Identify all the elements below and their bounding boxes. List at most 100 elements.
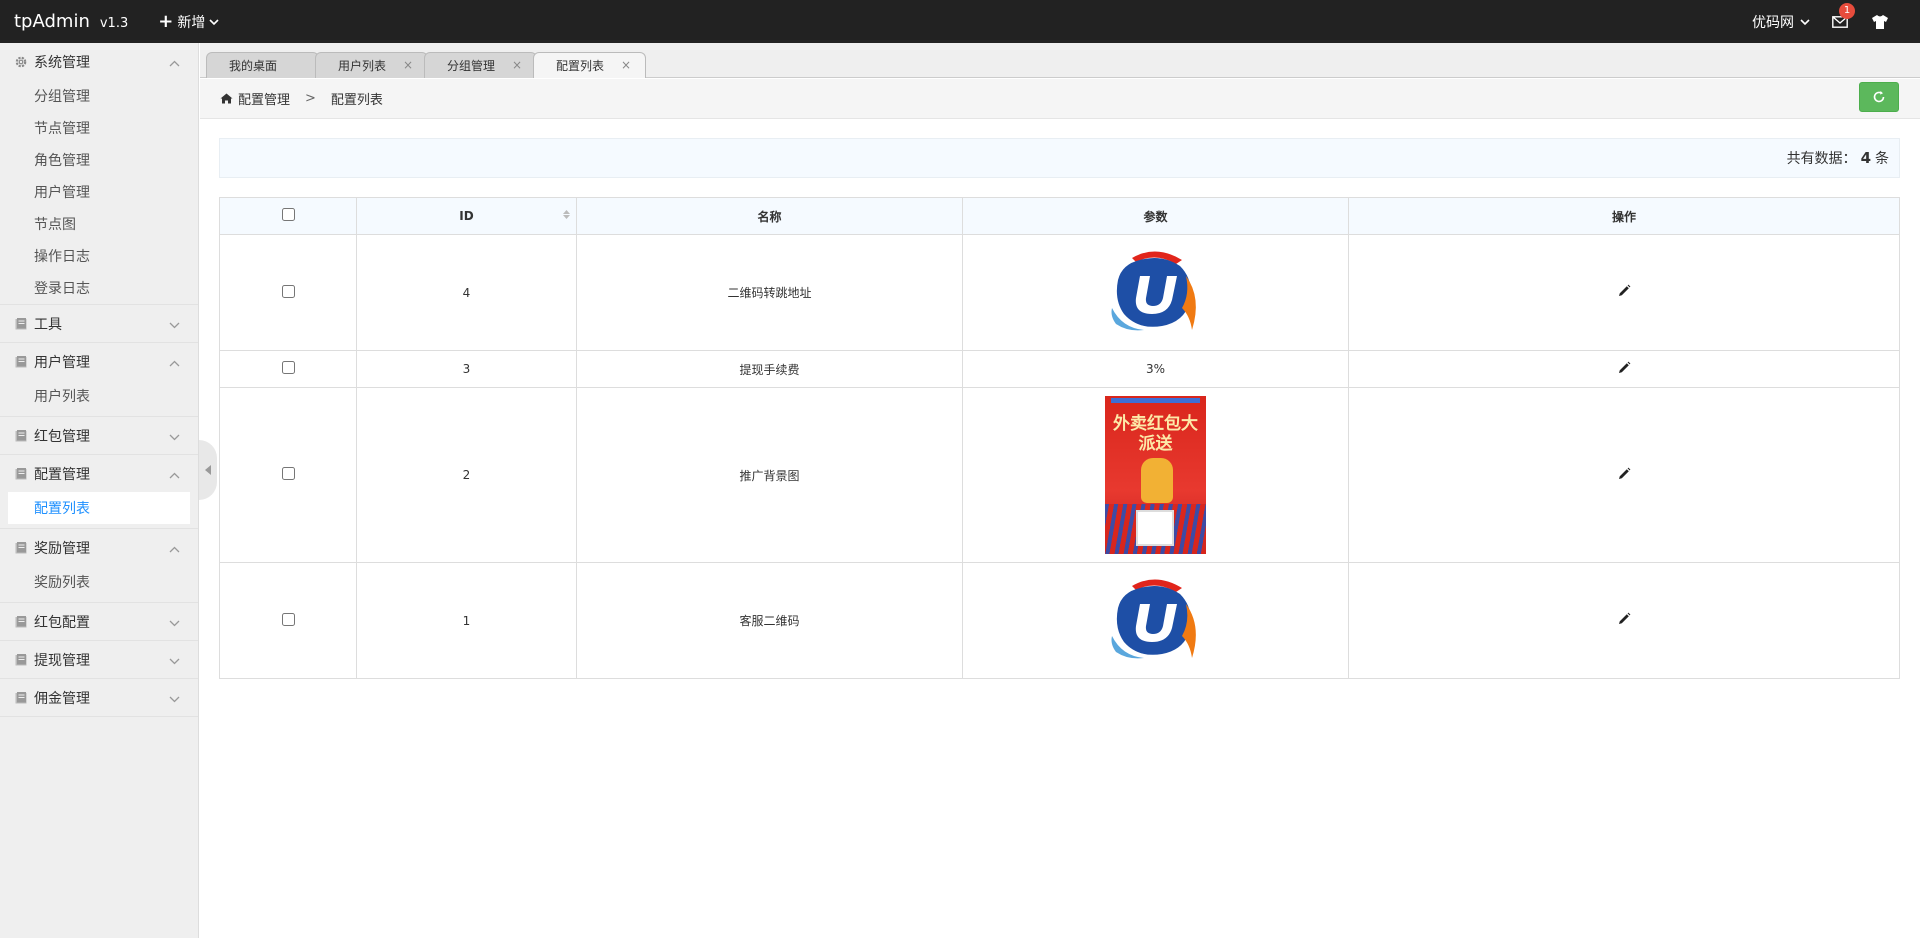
- sidebar-item[interactable]: 登录日志: [0, 272, 198, 304]
- site-menu[interactable]: 优码网: [1752, 12, 1810, 32]
- sidebar-group-header[interactable]: 佣金管理: [0, 679, 198, 716]
- sidebar-group: 用户管理用户列表: [0, 343, 198, 417]
- table-row: 4 二维码转跳地址: [219, 234, 1900, 351]
- breadcrumb-separator: >: [305, 91, 316, 106]
- breadcrumb-parent[interactable]: 配置管理: [238, 89, 290, 108]
- edit-pencil-icon[interactable]: [1617, 361, 1631, 378]
- sidebar-group-header[interactable]: 配置管理: [0, 455, 198, 492]
- tab-item[interactable]: 分组管理 ×: [424, 52, 537, 78]
- new-menu-button[interactable]: + 新增: [158, 12, 219, 32]
- sidebar-group-label: 奖励管理: [34, 540, 90, 557]
- app-logo[interactable]: tpAdmin v1.3: [14, 11, 128, 32]
- sidebar-item[interactable]: 奖励列表: [0, 566, 198, 598]
- row-name: 客服二维码: [576, 562, 963, 679]
- header-id[interactable]: ID: [356, 197, 577, 235]
- message-button[interactable]: 1: [1830, 2, 1855, 32]
- sidebar-submenu: 配置列表: [0, 492, 198, 528]
- sidebar-group: 奖励管理奖励列表: [0, 529, 198, 603]
- sidebar-item[interactable]: 节点管理: [0, 112, 198, 144]
- sidebar-group-label: 红包配置: [34, 614, 90, 631]
- header-action-label: 操作: [1611, 209, 1636, 224]
- row-param: 外卖红包大派送: [962, 387, 1349, 563]
- row-id: 2: [356, 387, 577, 563]
- sidebar-item[interactable]: 分组管理: [0, 80, 198, 112]
- book-icon: [14, 615, 28, 629]
- row-id: 3: [356, 350, 577, 388]
- sidebar-group: 提现管理: [0, 641, 198, 679]
- poster-courier-figure: [1141, 458, 1173, 503]
- book-icon: [14, 317, 28, 331]
- config-table: ID 名称 参数 操作 4 二维码转跳地址 3 提现手续费 3% 2 推广背景图 外卖红包大派…: [219, 197, 1900, 679]
- sidebar-group: 系统管理分组管理 节点管理 角色管理 用户管理 节点图 操作日志 登录日志: [0, 43, 198, 305]
- sidebar-submenu: 分组管理 节点管理 角色管理 用户管理 节点图 操作日志 登录日志: [0, 80, 198, 304]
- row-param: [962, 562, 1349, 679]
- book-icon: [14, 541, 28, 555]
- poster-image: 外卖红包大派送: [1105, 396, 1206, 554]
- brand-logo-image: [1110, 246, 1202, 339]
- tab-item[interactable]: 用户列表 ×: [315, 52, 428, 78]
- plus-icon: +: [158, 10, 174, 32]
- row-id: 4: [356, 234, 577, 351]
- refresh-button[interactable]: [1859, 82, 1899, 112]
- chevron-down-icon: [169, 691, 180, 707]
- poster-title: 外卖红包大派送: [1113, 414, 1198, 454]
- brand-logo-image: [1110, 574, 1202, 667]
- tab-label: 分组管理: [447, 59, 496, 73]
- sidebar-group-header[interactable]: 红包管理: [0, 417, 198, 454]
- edit-pencil-icon[interactable]: [1617, 284, 1631, 301]
- row-checkbox[interactable]: [281, 284, 295, 298]
- sidebar-item[interactable]: 节点图: [0, 208, 198, 240]
- close-icon[interactable]: ×: [621, 58, 631, 72]
- sidebar-group-label: 系统管理: [34, 54, 90, 71]
- sidebar-collapse-handle[interactable]: [199, 440, 217, 500]
- sidebar-group-header[interactable]: 红包配置: [0, 603, 198, 640]
- sidebar: 系统管理 分组管理 节点管理 角色管理 用户管理 节点图 操作日志 登录日志 工具 用户管理 用户列…: [0, 43, 199, 938]
- sidebar-group-header[interactable]: 提现管理: [0, 641, 198, 678]
- close-icon[interactable]: ×: [403, 58, 413, 72]
- chevron-up-icon: [169, 55, 180, 71]
- sidebar-group: 红包管理: [0, 417, 198, 455]
- sidebar-item[interactable]: 角色管理: [0, 144, 198, 176]
- poster-qr-placeholder: [1136, 510, 1174, 546]
- edit-pencil-icon[interactable]: [1617, 467, 1631, 484]
- book-icon: [14, 691, 28, 705]
- caret-left-icon: [205, 465, 211, 475]
- data-count-prefix: 共有数据：: [1786, 151, 1857, 167]
- sidebar-submenu: 奖励列表: [0, 566, 198, 602]
- edit-pencil-icon[interactable]: [1617, 612, 1631, 629]
- table-header-row: ID 名称 参数 操作: [219, 197, 1900, 235]
- book-icon: [14, 653, 28, 667]
- sidebar-group: 配置管理 配置列表: [0, 455, 198, 529]
- top-right-tools: 优码网 1: [1752, 0, 1890, 43]
- row-checkbox[interactable]: [281, 361, 295, 374]
- sidebar-group-label: 用户管理: [34, 354, 90, 371]
- home-icon: [220, 93, 233, 104]
- sidebar-submenu: 用户列表: [0, 380, 198, 416]
- tab-item[interactable]: 我的桌面: [206, 52, 319, 78]
- row-select-cell: [219, 562, 357, 679]
- table-row: 1 客服二维码: [219, 562, 1900, 679]
- row-name: 推广背景图: [576, 387, 963, 563]
- new-menu-label: 新增: [177, 14, 206, 31]
- sidebar-item[interactable]: 配置列表: [8, 492, 190, 524]
- data-count-bar: 共有数据： 4 条: [219, 138, 1900, 178]
- tab-item[interactable]: 配置列表 ×: [533, 52, 646, 78]
- theme-button[interactable]: [1870, 12, 1890, 32]
- sidebar-item[interactable]: 用户管理: [0, 176, 198, 208]
- row-checkbox[interactable]: [281, 612, 295, 626]
- tshirt-icon: [1872, 14, 1888, 29]
- close-icon[interactable]: ×: [512, 58, 522, 72]
- sidebar-group-header[interactable]: 用户管理: [0, 343, 198, 380]
- book-icon: [14, 429, 28, 443]
- sidebar-item[interactable]: 操作日志: [0, 240, 198, 272]
- row-name: 二维码转跳地址: [576, 234, 963, 351]
- sidebar-item[interactable]: 用户列表: [0, 380, 198, 412]
- select-all-checkbox[interactable]: [281, 208, 295, 221]
- sidebar-group-header[interactable]: 工具: [0, 305, 198, 342]
- header-id-label: ID: [459, 209, 474, 223]
- row-checkbox[interactable]: [281, 467, 295, 480]
- sidebar-group-header[interactable]: 系统管理: [0, 43, 198, 80]
- sidebar-group-header[interactable]: 奖励管理: [0, 529, 198, 566]
- top-navbar: tpAdmin v1.3 + 新增 优码网 1: [0, 0, 1920, 43]
- chevron-down-icon: [169, 615, 180, 631]
